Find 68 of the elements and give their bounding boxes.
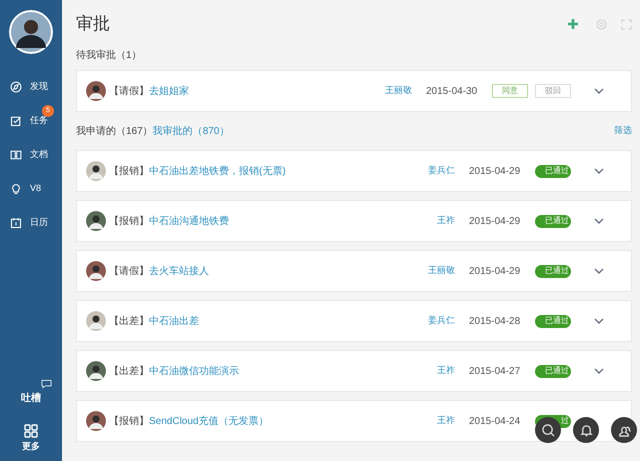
calendar-icon xyxy=(10,217,22,229)
add-icon[interactable] xyxy=(568,19,578,29)
section-heading: 待我审批（1） xyxy=(76,48,143,63)
request-title: 【报销】中石油沟通地铁费 xyxy=(109,214,229,228)
nav-item[interactable]: 发现 xyxy=(0,78,62,96)
filter-tab[interactable]: 我申请的（167） xyxy=(76,124,153,138)
chevron-down-icon[interactable] xyxy=(594,268,604,274)
nav-item[interactable]: V8 xyxy=(0,180,62,198)
nav-item[interactable]: 文档 xyxy=(0,146,62,164)
nav-item[interactable]: 日历 xyxy=(0,214,62,232)
search-icon xyxy=(542,424,554,436)
person-link[interactable]: 王丽敬 xyxy=(428,264,455,278)
request-card[interactable]: 【请假】去姐姐家 王丽敬 2015-04-30 同意 驳回 xyxy=(76,70,632,112)
person-link[interactable]: 王祚 xyxy=(437,364,455,378)
bell-icon xyxy=(580,424,592,436)
date-text: 2015-04-30 xyxy=(426,84,478,98)
status-badge: 已通过 xyxy=(535,164,571,178)
request-title: 【请假】去火车站接人 xyxy=(109,264,209,278)
person-link[interactable]: 王祚 xyxy=(437,414,455,428)
chevron-down-icon[interactable] xyxy=(594,368,604,374)
chat-bubble-icon xyxy=(41,378,52,388)
status-badge: 已通过 xyxy=(535,214,571,228)
book-icon xyxy=(10,149,22,161)
date-text: 2015-04-27 xyxy=(469,364,522,378)
person-link[interactable]: 姜兵仁 xyxy=(428,314,455,328)
avatar xyxy=(86,261,106,281)
request-card[interactable]: 【请假】去火车站接人 王丽敬 2015-04-29 已通过 xyxy=(76,250,632,292)
lightbulb-icon xyxy=(10,183,22,195)
chevron-down-icon[interactable] xyxy=(594,168,604,174)
request-card[interactable]: 【报销】SendCloud充值（无发票） 王祚 2015-04-24 过 xyxy=(76,400,632,442)
date-text: 2015-04-29 xyxy=(469,264,522,278)
chevron-down-icon[interactable] xyxy=(594,88,604,94)
avatar xyxy=(86,361,106,381)
avatar xyxy=(86,211,106,231)
request-card[interactable]: 【出差】中石油出差 姜兵仁 2015-04-28 已通过 xyxy=(76,300,632,342)
checkbox-icon xyxy=(10,115,22,127)
request-card[interactable]: 【出差】中石油微信功能演示 王祚 2015-04-27 已通过 xyxy=(76,350,632,392)
date-text: 2015-04-29 xyxy=(469,214,522,228)
avatar xyxy=(86,311,106,331)
avatar xyxy=(86,161,106,181)
feedback-button[interactable]: 吐槽 xyxy=(21,390,41,406)
request-card[interactable]: 【报销】中石油沟通地铁费 王祚 2015-04-29 已通过 xyxy=(76,200,632,242)
request-title: 【请假】去姐姐家 xyxy=(109,84,189,98)
person-link[interactable]: 姜兵仁 xyxy=(428,164,455,178)
avatar xyxy=(86,411,106,431)
status-badge: 已通过 xyxy=(535,314,571,328)
request-title: 【报销】中石油出差地铁费，报销(无票) xyxy=(109,164,286,178)
person-link[interactable]: 王祚 xyxy=(437,214,455,228)
request-title: 【出差】中石油微信功能演示 xyxy=(109,364,239,378)
request-title: 【出差】中石油出差 xyxy=(109,314,199,328)
people-icon xyxy=(618,424,630,436)
more-button[interactable]: 更多 xyxy=(22,424,40,453)
grid-icon xyxy=(24,424,38,438)
request-title: 【报销】SendCloud充值（无发票） xyxy=(109,414,268,428)
page-title: 审批 xyxy=(76,13,110,36)
status-badge: 已通过 xyxy=(535,364,571,378)
date-text: 2015-04-24 xyxy=(469,414,522,428)
date-text: 2015-04-28 xyxy=(469,314,522,328)
avatar xyxy=(86,81,106,101)
compass-icon xyxy=(10,81,22,93)
chevron-down-icon[interactable] xyxy=(594,218,604,224)
date-text: 2015-04-29 xyxy=(469,164,522,178)
person-link[interactable]: 王丽敬 xyxy=(385,84,412,98)
profile-avatar[interactable] xyxy=(9,10,53,54)
contacts-button[interactable] xyxy=(611,417,637,443)
chevron-down-icon[interactable] xyxy=(594,318,604,324)
request-card[interactable]: 【报销】中石油出差地铁费，报销(无票) 姜兵仁 2015-04-29 已通过 xyxy=(76,150,632,192)
status-badge: 已通过 xyxy=(535,264,571,278)
